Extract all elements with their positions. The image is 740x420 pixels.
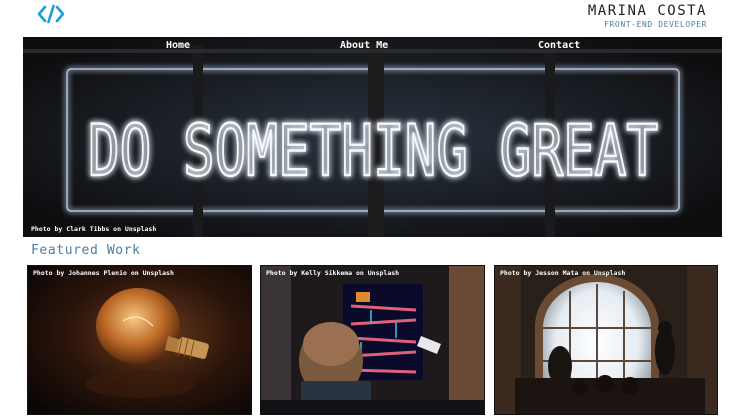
site-header: MARINA COSTA FRONT-END DEVELOPER [0,0,740,36]
brand-block: MARINA COSTA FRONT-END DEVELOPER [588,3,707,30]
cafe-photo [495,266,717,414]
hero-image: DO SOMETHING GREAT Home About Me Contact… [23,37,722,237]
lightbulb-photo [28,266,251,414]
featured-work-heading: Featured Work [31,243,141,258]
code-brackets-icon[interactable] [37,4,65,24]
card-credit: Photo by Johannes Plenio on Unsplash [33,269,174,277]
hero-image-credit: Photo by Clark Tibbs on Unsplash [31,225,157,233]
brand-name: MARINA COSTA [587,3,707,19]
featured-card-cafe[interactable]: Photo by Jesson Mata on Unsplash [494,265,718,415]
arcade-photo [261,266,484,414]
card-credit: Photo by Kelly Sikkema on Unsplash [266,269,400,277]
nav-contact-link[interactable]: Contact [538,40,580,51]
main-nav: Home About Me Contact [23,40,722,56]
neon-text: DO SOMETHING GREAT [88,110,658,192]
brand-role: FRONT-END DEVELOPER [604,20,707,29]
neon-sign-photo: DO SOMETHING GREAT [23,37,722,237]
featured-card-arcade[interactable]: Photo by Kelly Sikkema on Unsplash [260,265,485,415]
nav-about-link[interactable]: About Me [340,40,388,51]
card-credit: Photo by Jesson Mata on Unsplash [500,269,626,277]
nav-home-link[interactable]: Home [166,40,190,51]
featured-card-lightbulb[interactable]: Photo by Johannes Plenio on Unsplash [27,265,252,415]
